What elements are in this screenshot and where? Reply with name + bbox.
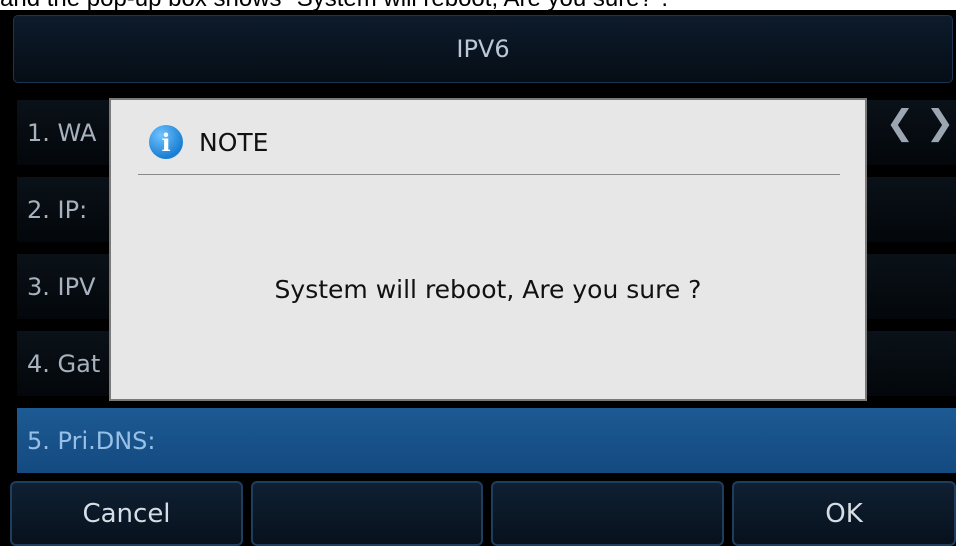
softkey-2[interactable] <box>251 481 483 546</box>
menu-item-pri-dns[interactable]: 5. Pri.DNS: <box>17 408 956 473</box>
phone-screen: IPV6 1. WA 2. IP: 3. IPV 4. Gat 5. Pri.D… <box>0 10 956 546</box>
menu-item-label: 1. WA <box>27 118 97 147</box>
ok-button[interactable]: OK <box>732 481 956 546</box>
chevron-left-icon[interactable]: ❮ <box>884 103 916 143</box>
menu-item-label: 4. Gat <box>27 349 101 378</box>
info-icon: i <box>149 125 183 159</box>
screen-title: IPV6 <box>456 35 510 63</box>
info-icon-glyph: i <box>161 127 171 157</box>
dialog-message: System will reboot, Are you sure ? <box>274 275 702 304</box>
softkey-bar: Cancel OK <box>10 481 956 546</box>
dialog-title: NOTE <box>199 127 269 157</box>
chevron-right-icon[interactable]: ❯ <box>924 103 956 143</box>
softkey-3[interactable] <box>491 481 724 546</box>
dialog-header: i NOTE <box>149 120 268 164</box>
menu-item-label: 3. IPV <box>27 272 96 301</box>
menu-item-label: 5. Pri.DNS: <box>27 426 156 455</box>
note-dialog: i NOTE System will reboot, Are you sure … <box>109 98 867 401</box>
dialog-divider <box>138 174 840 175</box>
ok-button-label: OK <box>825 498 863 529</box>
menu-item-label: 2. IP: <box>27 195 88 224</box>
cancel-button-label: Cancel <box>82 498 171 529</box>
page-nav-arrows: ❮ ❯ <box>884 103 956 143</box>
screen-title-bar: IPV6 <box>13 15 953 83</box>
caption-text: and the pop-up box shows "System will re… <box>0 0 956 10</box>
cancel-button[interactable]: Cancel <box>10 481 243 546</box>
